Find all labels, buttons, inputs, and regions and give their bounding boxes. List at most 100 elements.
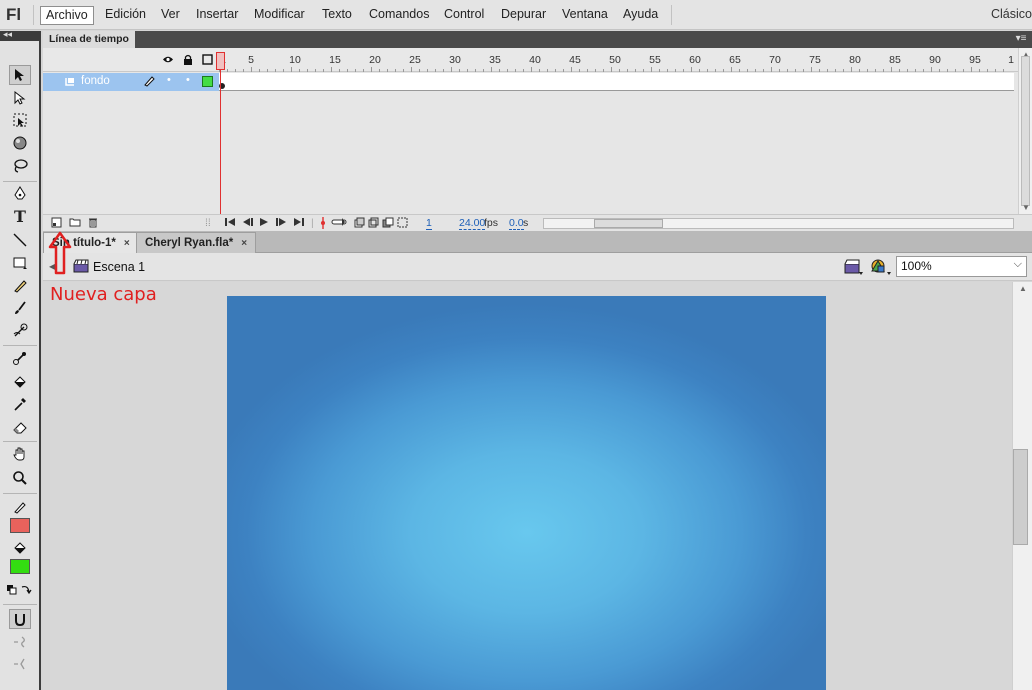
lock-all-icon[interactable] [183, 54, 193, 68]
last-frame-icon[interactable] [293, 217, 305, 230]
stroke-color-icon[interactable] [9, 497, 31, 517]
bone-tool-icon[interactable] [9, 348, 31, 368]
scrollbar-thumb[interactable] [594, 219, 663, 228]
close-icon[interactable]: × [124, 238, 130, 249]
3d-rotation-tool-icon[interactable] [9, 133, 31, 153]
onion-skin-icon[interactable] [354, 217, 365, 231]
close-icon[interactable]: × [241, 238, 247, 249]
scrollbar-thumb[interactable] [1013, 449, 1028, 545]
fill-color-icon[interactable] [9, 538, 31, 558]
panel-menu-icon[interactable]: ▾≡ [1014, 33, 1028, 45]
stage-canvas[interactable] [227, 296, 826, 690]
menu-ayuda[interactable]: Ayuda [618, 6, 663, 25]
menu-control[interactable]: Control [439, 6, 489, 25]
free-transform-tool-icon[interactable] [9, 110, 31, 130]
stroke-color-swatch[interactable] [10, 518, 30, 533]
center-frame-icon[interactable] [319, 217, 327, 232]
stage-vertical-scrollbar[interactable]: ▲ [1012, 282, 1032, 690]
first-frame-icon[interactable] [224, 217, 236, 230]
scroll-down-icon[interactable]: ▼ [1022, 203, 1030, 212]
subselection-tool-icon[interactable] [9, 88, 31, 108]
lock-toggle[interactable]: • [186, 74, 190, 86]
zoom-select[interactable]: 100% ⌵ [896, 256, 1027, 277]
outline-color-toggle[interactable] [202, 76, 213, 87]
menu-edicion[interactable]: Edición [100, 6, 151, 25]
menu-depurar[interactable]: Depurar [496, 6, 551, 25]
scroll-up-icon[interactable]: ▲ [1019, 284, 1027, 293]
workspace-switcher[interactable]: Clásico [991, 7, 1032, 21]
line-tool-icon[interactable] [9, 230, 31, 250]
snap-to-objects-icon[interactable] [9, 609, 31, 629]
zoom-value: 100% [901, 259, 932, 273]
frame-tick [467, 69, 468, 72]
frame-tick [707, 69, 708, 72]
pencil-tool-icon[interactable] [9, 276, 31, 296]
pen-tool-icon[interactable] [9, 184, 31, 204]
tools-divider [3, 604, 37, 605]
delete-layer-icon[interactable] [88, 217, 98, 231]
modify-markers-icon[interactable] [397, 217, 408, 231]
onion-skin-outlines-icon[interactable] [368, 217, 379, 231]
frame-tick-marks [219, 67, 1014, 72]
text-tool-icon[interactable]: T [9, 206, 31, 226]
menu-archivo[interactable]: Archivo [40, 6, 94, 25]
eyedropper-tool-icon[interactable] [9, 394, 31, 414]
selection-tool-icon[interactable] [9, 65, 31, 85]
brush-tool-icon[interactable] [9, 298, 31, 318]
loop-icon[interactable] [331, 217, 347, 230]
elapsed-time-value[interactable]: 0.0 [509, 217, 524, 230]
lasso-tool-icon[interactable] [9, 156, 31, 176]
menu-modificar[interactable]: Modificar [249, 6, 310, 25]
menu-ver[interactable]: Ver [156, 6, 185, 25]
edit-symbols-icon[interactable] [869, 257, 893, 277]
timeline-horizontal-scrollbar[interactable] [543, 218, 1014, 229]
layer-name[interactable]: fondo [81, 75, 110, 87]
menu-comandos[interactable]: Comandos [364, 6, 434, 25]
paint-bucket-tool-icon[interactable] [9, 372, 31, 392]
collapse-icon[interactable]: ◂◂ [3, 29, 12, 40]
smooth-icon[interactable] [9, 632, 31, 652]
edit-scene-icon[interactable] [843, 257, 865, 277]
layer-frames-fondo[interactable] [219, 73, 1014, 91]
show-hide-all-icon[interactable] [162, 55, 174, 67]
straighten-icon[interactable] [9, 654, 31, 674]
stage-area[interactable] [43, 282, 1012, 690]
rectangle-tool-icon[interactable] [9, 253, 31, 273]
layer-row-fondo[interactable]: fondo • • [43, 73, 219, 91]
eraser-tool-icon[interactable] [9, 417, 31, 437]
menu-ventana[interactable]: Ventana [557, 6, 613, 25]
outline-all-icon[interactable] [202, 54, 213, 68]
visibility-toggle[interactable]: • [167, 74, 171, 86]
menu-texto[interactable]: Texto [317, 6, 357, 25]
next-frame-icon[interactable] [275, 217, 287, 230]
timeline-vertical-scrollbar[interactable]: ▲ ▼ [1018, 48, 1032, 214]
frame-tick [987, 69, 988, 72]
document-tab-cheryl-ryan[interactable]: Cheryl Ryan.fla* × [136, 232, 257, 253]
fps-value[interactable]: 24.00 [459, 217, 486, 230]
playhead[interactable] [216, 52, 225, 70]
chevron-down-icon[interactable]: ⌵ [1014, 258, 1022, 271]
menu-insertar[interactable]: Insertar [191, 6, 243, 25]
document-tab-label: Cheryl Ryan.fla* [145, 237, 234, 249]
scrollbar-thumb[interactable] [1021, 56, 1030, 206]
frame-tick [539, 69, 540, 72]
tools-panel-header[interactable]: ◂◂ [0, 29, 41, 41]
timeline-tab[interactable]: Línea de tiempo [43, 31, 135, 48]
deco-tool-icon[interactable] [9, 321, 31, 341]
play-icon[interactable] [259, 217, 269, 230]
new-folder-icon[interactable] [69, 217, 81, 230]
fill-color-swatch[interactable] [10, 559, 30, 574]
zoom-tool-icon[interactable] [9, 468, 31, 488]
frame-tick [595, 69, 596, 72]
edit-multiple-frames-icon[interactable] [382, 217, 394, 231]
previous-frame-icon[interactable] [242, 217, 254, 230]
current-frame-value[interactable]: 1 [426, 217, 432, 230]
scene-label[interactable]: Escena 1 [93, 260, 145, 274]
tools-divider [3, 441, 37, 442]
default-colors-icon[interactable] [4, 580, 36, 600]
frame-tick [651, 67, 652, 72]
scene-clapper-icon [73, 259, 89, 276]
new-layer-icon[interactable] [51, 217, 62, 231]
panel-resize-handle[interactable]: ⁞⁞ [205, 217, 211, 229]
hand-tool-icon[interactable] [9, 444, 31, 464]
